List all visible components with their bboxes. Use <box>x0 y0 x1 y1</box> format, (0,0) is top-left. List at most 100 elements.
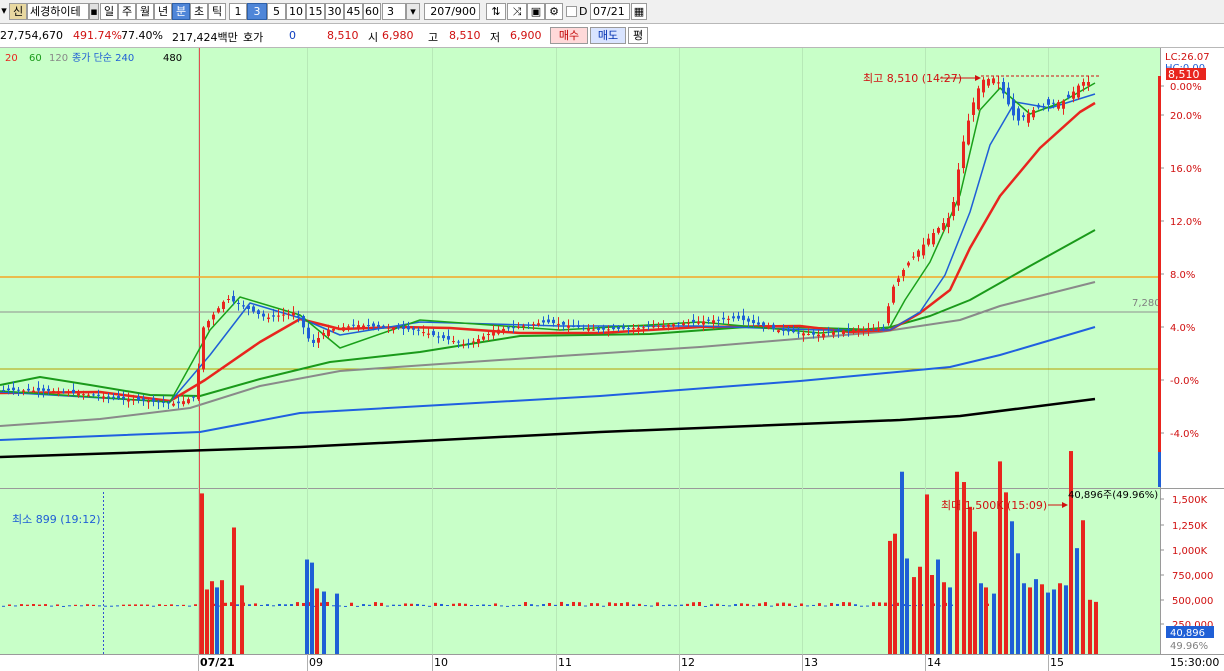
volume-bar <box>854 604 857 606</box>
candle <box>907 262 910 266</box>
volume-bar <box>893 533 897 654</box>
candle <box>587 328 590 331</box>
legend-ma-4: 480 <box>163 53 182 64</box>
volume-bar <box>1069 451 1073 654</box>
candle <box>682 323 685 326</box>
candle <box>1002 81 1005 94</box>
volume-bar <box>224 602 227 606</box>
candle <box>162 401 165 403</box>
volume-bar <box>164 604 167 606</box>
save-icon[interactable]: ▣ <box>527 3 545 20</box>
volume-bar <box>746 603 749 606</box>
volume-bar <box>992 593 996 654</box>
volume-bar <box>422 604 425 606</box>
volume-bar <box>518 604 521 606</box>
interval-button-45[interactable]: 45 <box>344 3 363 20</box>
buy-button[interactable]: 매수 <box>550 27 588 44</box>
interval-button-30[interactable]: 30 <box>325 3 344 20</box>
candle <box>217 308 220 313</box>
candle <box>1052 102 1055 104</box>
volume-bar <box>440 603 443 606</box>
period-button-2[interactable]: 월 <box>136 3 154 20</box>
min-volume-annotation: 최소 899 (19:12) <box>12 513 101 526</box>
candle <box>727 318 730 320</box>
volume-bar <box>1034 579 1038 654</box>
volume-bar <box>1040 584 1044 654</box>
period-button-1[interactable]: 주 <box>118 3 136 20</box>
volume-bar <box>428 605 431 607</box>
trendline-icon[interactable]: ⤨ <box>507 3 527 20</box>
volume-bar <box>362 604 365 606</box>
candle <box>417 329 420 331</box>
candle <box>12 387 15 391</box>
legend-ma-2: 120 <box>49 53 68 64</box>
max-volume-annotation: 최대 1,500K (15:09) <box>941 499 1047 512</box>
volume-bar <box>620 603 623 606</box>
period-button-6[interactable]: 틱 <box>208 3 226 20</box>
sell-button[interactable]: 매도 <box>590 27 626 44</box>
candle <box>597 327 600 330</box>
candle <box>767 327 770 329</box>
candle <box>272 315 275 317</box>
interval-button-10[interactable]: 10 <box>286 3 306 20</box>
volume-bar <box>248 604 251 606</box>
volume-bar <box>848 602 851 606</box>
candle <box>622 326 625 329</box>
stock-chart[interactable]: 20 60 120 종가 단순 240 4807,280최고 8,510 (14:27)… <box>0 48 1224 671</box>
candle <box>1067 94 1070 98</box>
candle-type-icon[interactable]: ⇅ <box>486 3 506 20</box>
candle <box>772 324 775 330</box>
candle <box>397 326 400 329</box>
count-field[interactable]: 207/900 <box>424 3 480 20</box>
volume-bar <box>1052 589 1056 654</box>
calendar-icon[interactable]: ▦ <box>631 3 647 20</box>
dropdown-arrow-icon[interactable]: ▾ <box>0 3 8 20</box>
volume-bar <box>296 602 299 606</box>
candle <box>952 202 955 216</box>
candle <box>362 325 365 328</box>
open-label: 시 <box>368 31 379 44</box>
flat-button[interactable]: 평 <box>628 27 648 44</box>
interval-button-15[interactable]: 15 <box>306 3 325 20</box>
volume-bar <box>752 605 755 607</box>
volume-bar <box>536 605 539 607</box>
date-field[interactable]: 07/21 <box>590 3 630 20</box>
custom-interval-input[interactable]: 3 <box>382 3 406 20</box>
volume-bar <box>656 602 659 606</box>
interval-button-3[interactable]: 3 <box>247 3 267 20</box>
candle <box>927 238 930 245</box>
stock-search-icon[interactable]: ▪ <box>89 3 99 20</box>
candle <box>292 312 295 316</box>
turnover-ratio: 77.40% <box>121 29 163 42</box>
volume-bar <box>836 603 839 606</box>
period-button-0[interactable]: 일 <box>100 3 118 20</box>
volume-bar <box>1016 553 1020 654</box>
period-button-5[interactable]: 초 <box>190 3 208 20</box>
candle <box>332 328 335 331</box>
d-checkbox[interactable] <box>566 6 577 17</box>
volume-bar <box>446 605 449 607</box>
volume-bar <box>2 605 5 607</box>
interval-button-1[interactable]: 1 <box>229 3 247 20</box>
interval-button-60[interactable]: 60 <box>363 3 381 20</box>
candle <box>692 319 695 323</box>
stock-name-field[interactable]: 세경하이테 <box>27 3 89 20</box>
candle <box>697 321 700 324</box>
candle <box>1027 113 1030 123</box>
candle <box>672 324 675 327</box>
gear-icon[interactable]: ⚙ <box>545 3 563 20</box>
candle <box>902 270 905 277</box>
volume-bar <box>220 580 224 654</box>
candle <box>577 325 580 328</box>
period-button-3[interactable]: 년 <box>154 3 172 20</box>
volume-bar <box>434 602 437 606</box>
price-tick-label-5: 4.0% <box>1170 323 1195 334</box>
quote-bar: 27,754,670 491.74% 77.40% 217,424백만 호가 0… <box>0 24 1224 48</box>
interval-button-5[interactable]: 5 <box>267 3 286 20</box>
candle <box>922 244 925 256</box>
candle <box>1012 99 1015 116</box>
chevron-down-icon[interactable]: ▾ <box>406 3 420 20</box>
period-button-4[interactable]: 분 <box>172 3 190 20</box>
volume-bar <box>20 604 23 606</box>
candle <box>152 398 155 402</box>
